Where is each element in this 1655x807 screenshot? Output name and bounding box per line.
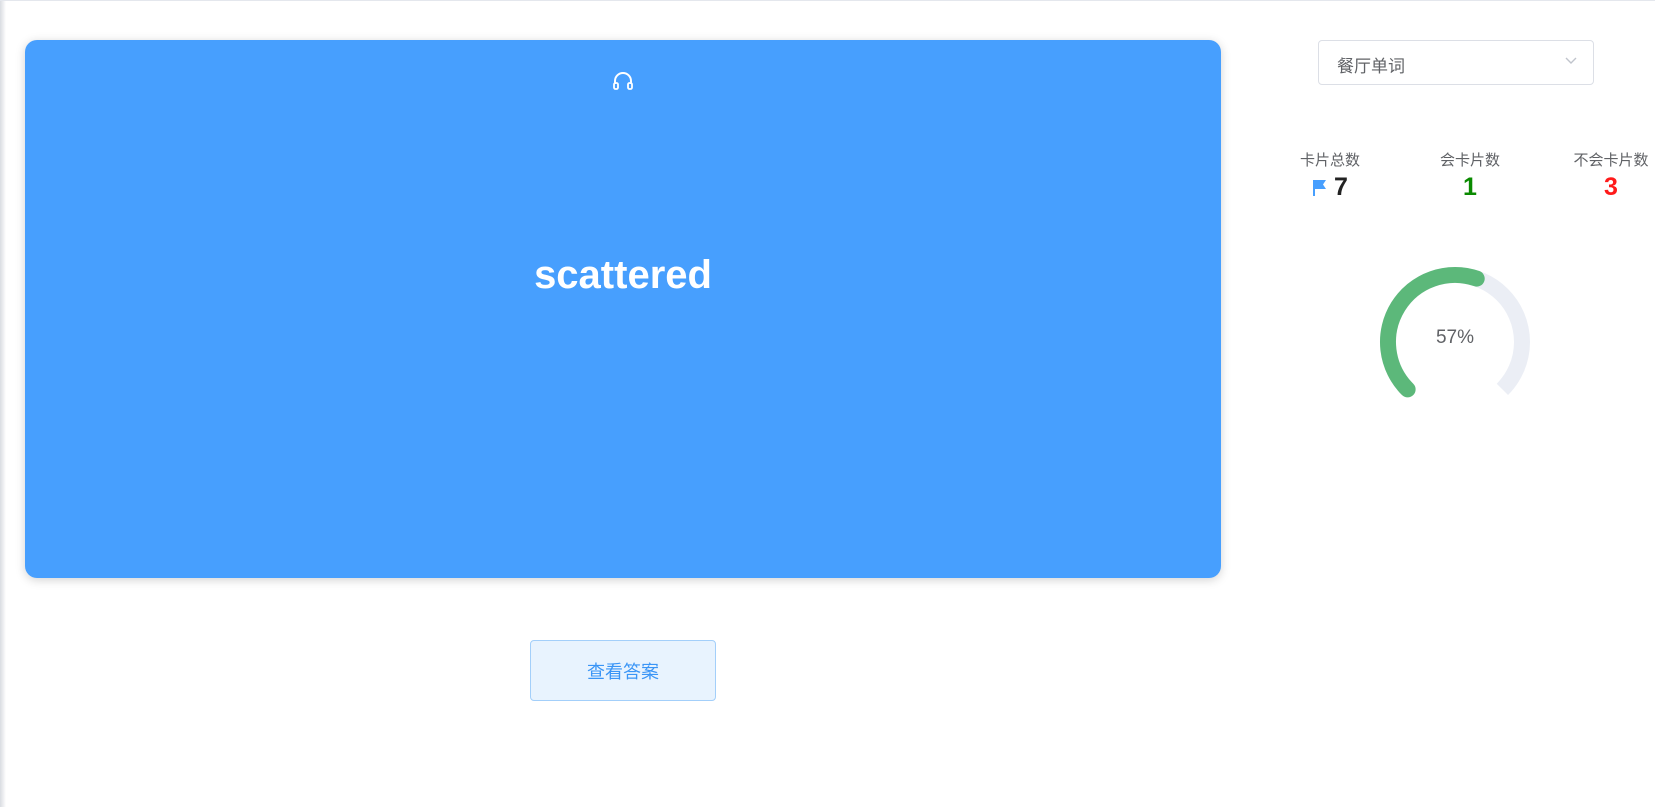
stat-known-cards: 会卡片数 1 <box>1410 149 1530 202</box>
stat-total-value-row: 7 <box>1270 173 1390 202</box>
headphones-icon[interactable] <box>612 71 634 91</box>
stat-unknown-value: 3 <box>1604 173 1618 201</box>
flashcard[interactable] <box>25 40 1221 578</box>
stat-total-cards: 卡片总数 7 <box>1270 149 1390 202</box>
page: scattered 查看答案 餐厅单词 卡片总数 7 会卡片数 1 不会卡片数 … <box>0 0 1655 807</box>
stat-unknown-label: 不会卡片数 <box>1573 151 1649 169</box>
chevron-down-icon <box>1565 57 1577 64</box>
progress-percent-label: 57% <box>1435 327 1475 348</box>
flag-icon <box>1313 179 1327 196</box>
stat-total-value: 7 <box>1334 173 1348 201</box>
left-edge-shadow <box>0 1 6 807</box>
deck-select-value: 餐厅单词 <box>1337 57 1405 77</box>
deck-select[interactable]: 餐厅单词 <box>1318 40 1594 85</box>
show-answer-button[interactable]: 查看答案 <box>530 640 716 701</box>
card-word: scattered <box>534 253 712 297</box>
stat-known-label: 会卡片数 <box>1439 151 1500 169</box>
stat-unknown-cards: 不会卡片数 3 <box>1551 149 1655 202</box>
stat-known-value: 1 <box>1463 173 1477 201</box>
stat-total-label: 卡片总数 <box>1299 151 1360 169</box>
